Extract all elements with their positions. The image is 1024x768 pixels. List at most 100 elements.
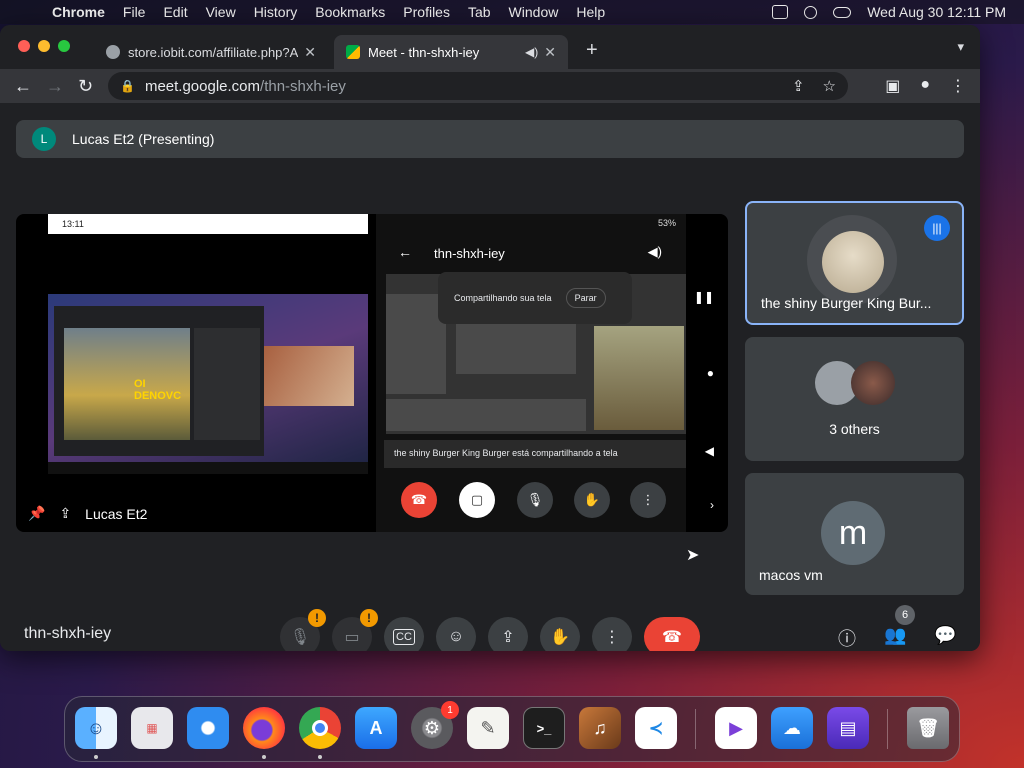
macos-dock: ☺ ▦ A ⚙ 1 ✎ >_ ♫ ≺ ▶ ☁ ▤ 🗑 (64, 696, 960, 762)
menu-view[interactable]: View (206, 4, 236, 20)
spotlight-search-icon[interactable] (804, 5, 818, 19)
phone-pause-icon: ❚❚ (693, 290, 714, 304)
menubar-clock[interactable]: Wed Aug 30 12:11 PM (867, 4, 1006, 20)
weather-icon[interactable]: ☁ (771, 707, 813, 749)
lock-icon[interactable]: 🔒 (120, 79, 135, 93)
visual-studio-icon[interactable]: ▶ (715, 707, 757, 749)
launchpad-grid-icon: ▦ (146, 721, 158, 735)
running-indicator (94, 755, 98, 759)
meeting-details-info-icon[interactable]: ⓘ (838, 625, 856, 651)
zoom-window-button[interactable] (58, 40, 70, 52)
menu-help[interactable]: Help (576, 4, 605, 20)
macos-menubar: Chrome File Edit View History Bookmarks … (0, 0, 1024, 24)
more-options-button[interactable]: ⋮ (592, 617, 632, 651)
microphone-button[interactable]: 🎙 ! (280, 609, 326, 651)
browser-toolbar: ← → ↻ 🔒 meet.google.com/thn-shxh-iey ⇪ ☆… (0, 69, 980, 103)
side-panel-icon[interactable]: ▣ (885, 76, 900, 96)
speaker-icon[interactable]: ◀) (525, 45, 538, 59)
phone-meeting-title: thn-shxh-iey (434, 246, 505, 261)
camera-off-icon: ▭ (344, 629, 360, 646)
emoji-button[interactable]: ☺ (436, 617, 476, 651)
leave-call-button[interactable]: ☎ (644, 617, 700, 651)
left-status-time: 13:11 (62, 219, 84, 229)
stage-name-label: 📌 ⇪ Lucas Et2 (28, 505, 147, 522)
control-center-icon[interactable] (833, 6, 852, 18)
chat-icon[interactable]: 💬 (934, 625, 956, 646)
vm-app-icon[interactable]: ▤ (827, 707, 869, 749)
share-icon[interactable]: ⇪ (792, 77, 805, 95)
finder-icon[interactable]: ☺ (75, 707, 117, 749)
present-now-button[interactable]: ⇪ (488, 617, 528, 651)
people-icon[interactable]: 👥 (884, 625, 906, 646)
menu-app-name[interactable]: Chrome (52, 4, 105, 20)
trash-icon[interactable]: 🗑 (907, 707, 949, 749)
chrome-icon[interactable] (299, 707, 341, 749)
reload-icon[interactable]: ↻ (78, 76, 93, 97)
tab-meet[interactable]: Meet - thn-shxh-iey ◀) ✕ (334, 35, 568, 69)
back-arrow-icon[interactable]: ← (14, 76, 32, 97)
camera-button[interactable]: ▭ ! (332, 609, 378, 651)
address-bar[interactable]: 🔒 meet.google.com/thn-shxh-iey ⇪ ☆ (108, 72, 848, 100)
participant-name: macos vm (759, 567, 823, 583)
app-store-icon[interactable]: A (355, 707, 397, 749)
new-tab-button[interactable]: + (586, 39, 598, 62)
participant-tile-others[interactable]: 3 others (745, 337, 964, 461)
url-path: /thn-shxh-iey (260, 77, 346, 95)
globe-icon (106, 45, 120, 59)
shared-screen-left: 13:11 OI DENOVC (48, 214, 368, 474)
profile-icon[interactable]: ● (920, 76, 930, 96)
dock-separator (695, 709, 696, 749)
screen-mirror-icon[interactable] (772, 5, 789, 19)
url-host: meet.google.com (144, 77, 261, 95)
pin-icon[interactable]: 📌 (28, 505, 45, 522)
safari-icon[interactable] (187, 707, 229, 749)
terminal-icon[interactable]: >_ (523, 707, 565, 749)
menu-tab[interactable]: Tab (468, 4, 491, 20)
bookmark-star-icon[interactable]: ☆ (823, 77, 836, 95)
speaking-indicator-icon: ||| (924, 215, 950, 241)
phone-hand-icon: ✋ (574, 482, 610, 518)
launchpad-icon[interactable]: ▦ (131, 707, 173, 749)
close-window-button[interactable] (18, 40, 30, 52)
menu-edit[interactable]: Edit (163, 4, 187, 20)
running-indicator (318, 755, 322, 759)
participant-avatar (822, 231, 884, 293)
phone-battery: 53% (657, 218, 676, 228)
presenting-label: Lucas Et2 (Presenting) (72, 131, 215, 147)
participant-tile-burger[interactable]: ||| the shiny Burger King Bur... (745, 201, 964, 325)
tab-title: Meet - thn-shxh-iey (368, 44, 480, 60)
phone-caption: the shiny Burger King Burger está compar… (384, 440, 686, 468)
menu-window[interactable]: Window (509, 4, 559, 20)
shared-browser-window: OI DENOVC (54, 306, 264, 456)
forward-arrow-icon[interactable]: → (46, 76, 64, 97)
vscode-icon[interactable]: ≺ (635, 707, 677, 749)
more-vert-icon: ⋮ (604, 629, 620, 646)
textedit-icon[interactable]: ✎ (467, 707, 509, 749)
close-tab-icon[interactable]: ✕ (544, 44, 556, 61)
google-meet-icon (346, 45, 360, 59)
menu-history[interactable]: History (254, 4, 298, 20)
stage-next-chevron-icon[interactable]: › (710, 498, 714, 512)
video-overlay-text: OI DENOVC (134, 378, 182, 402)
present-screen-icon: ⇪ (501, 629, 515, 646)
menu-file[interactable]: File (123, 4, 146, 20)
phone-popup-text: Compartilhando sua tela (454, 293, 552, 303)
tab-strip: store.iobit.com/affiliate.php?AC ✕ Meet … (0, 25, 980, 69)
meeting-code: thn-shxh-iey (24, 625, 112, 642)
tab-search-chevron-icon[interactable]: ▾ (957, 39, 964, 55)
close-tab-icon[interactable]: ✕ (304, 44, 316, 61)
mouse-pointer-icon: ➤ (686, 547, 700, 564)
tab-iobit[interactable]: store.iobit.com/affiliate.php?AC ✕ (94, 35, 328, 69)
more-menu-icon[interactable]: ⋮ (950, 76, 966, 96)
garageband-icon[interactable]: ♫ (579, 707, 621, 749)
captions-button[interactable]: CC (384, 617, 424, 651)
firefox-icon[interactable] (243, 707, 285, 749)
minimize-window-button[interactable] (38, 40, 50, 52)
closed-captions-icon: CC (393, 629, 415, 645)
menu-profiles[interactable]: Profiles (403, 4, 450, 20)
participant-tile-macos-vm[interactable]: m macos vm (745, 473, 964, 595)
presenter-name: Lucas Et2 (85, 505, 148, 522)
menu-bookmarks[interactable]: Bookmarks (315, 4, 385, 20)
raise-hand-button[interactable]: ✋ (540, 617, 580, 651)
left-status-bar: 13:11 (48, 214, 368, 234)
